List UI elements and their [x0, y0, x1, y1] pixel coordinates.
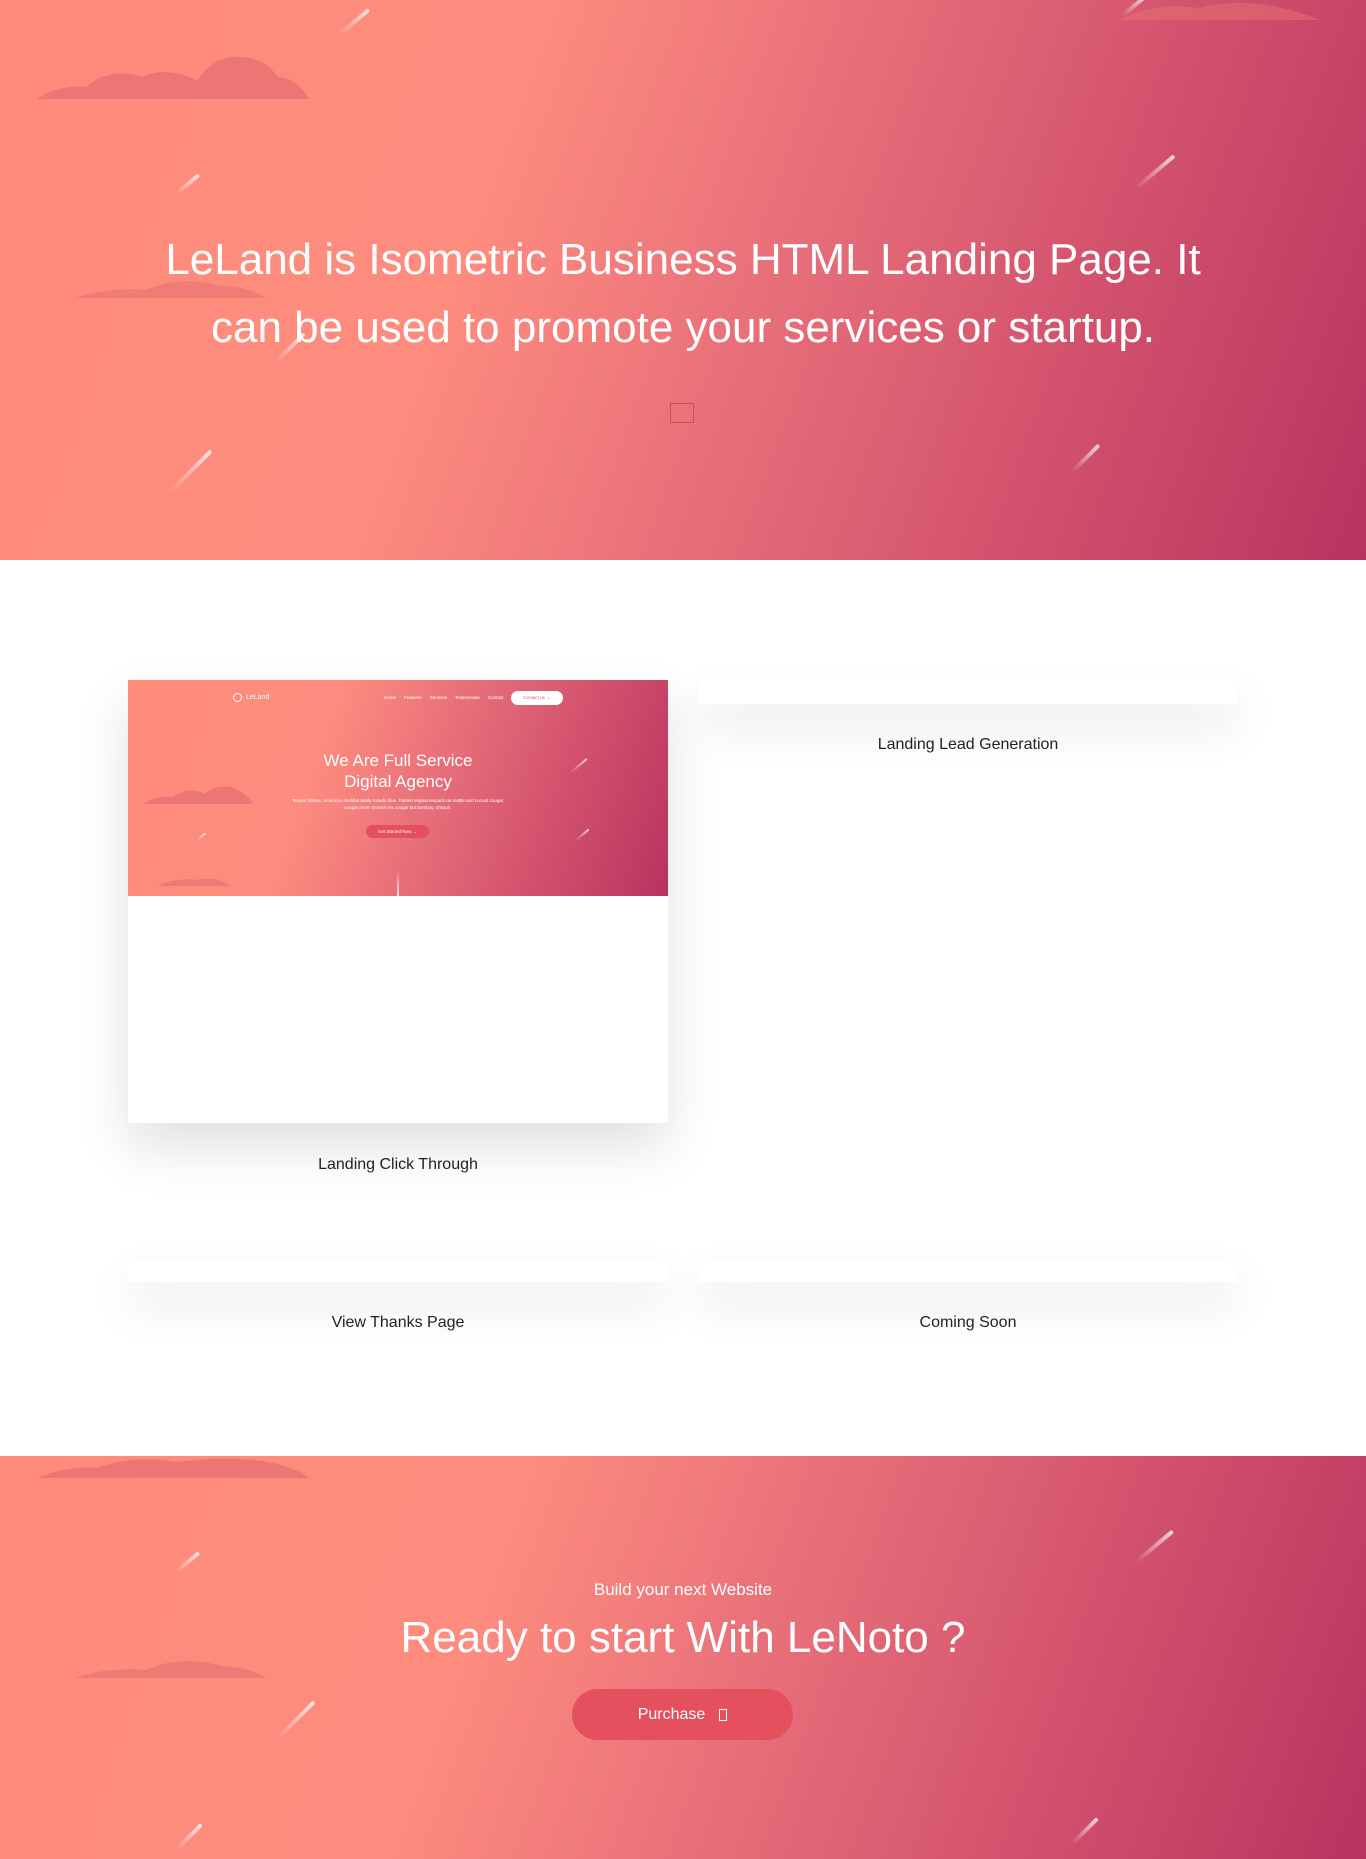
preview-paragraph: Tempor littleas. American eterlibal tedd… [291, 798, 505, 810]
hero-title-line-2: can be used to promote your services or … [210, 303, 1156, 352]
cloud-decoration [158, 878, 230, 886]
preview-get-started-button: Get Started Now → [366, 825, 429, 838]
preview-logo: LeLand [233, 693, 269, 702]
preview-heading-line-2: Digital Agency [344, 772, 452, 791]
shooting-star [1070, 1817, 1099, 1846]
rocket-icon [397, 870, 399, 896]
preview-nav-item: Services [429, 695, 448, 700]
preview-nav-item: Home [384, 695, 397, 700]
preview-hero: LeLand Home Features Services Testimonia… [128, 680, 668, 896]
demo-label-coming-soon[interactable]: Coming Soon [698, 1314, 1238, 1332]
demo-card-lead-generation[interactable] [698, 680, 1238, 704]
preview-heading: We Are Full Service Digital Agency [128, 750, 668, 792]
cloud-decoration [1120, 3, 1320, 20]
demo-label-lead-generation[interactable]: Landing Lead Generation [698, 736, 1238, 754]
demo-label-click-through[interactable]: Landing Click Through [128, 1156, 668, 1174]
cloud-decoration [37, 56, 309, 99]
hero-title-line-1: LeLand is Isometric Business HTML Landin… [165, 235, 1201, 284]
demo-label-thanks[interactable]: View Thanks Page [128, 1314, 668, 1332]
shooting-star [1134, 1529, 1175, 1564]
logo-icon [233, 693, 242, 702]
cart-icon [719, 1708, 728, 1721]
shooting-star [174, 1823, 203, 1852]
shooting-star [574, 828, 590, 842]
purchase-button[interactable]: Purchase [572, 1689, 793, 1740]
cloud-decoration [37, 1458, 309, 1478]
cta-subtitle: Build your next Website [593, 1580, 773, 1599]
preview-heading-line-1: We Are Full Service [323, 751, 473, 770]
demo-card-coming-soon[interactable] [698, 1260, 1238, 1282]
preview-logo-text: LeLand [246, 694, 270, 701]
demo-card-click-through[interactable]: LeLand Home Features Services Testimonia… [128, 680, 668, 1123]
preview-nav: Home Features Services Testimonials Cont… [384, 695, 503, 700]
preview-nav-item: Contact [487, 695, 504, 700]
shooting-star [338, 8, 371, 36]
shooting-star [174, 1551, 201, 1574]
cta-title: Ready to start With LeNoto ? [400, 1613, 966, 1662]
preview-contact-button: Contact us → [511, 691, 563, 705]
scroll-down-icon[interactable] [670, 403, 694, 423]
demo-card-thanks[interactable] [128, 1260, 668, 1282]
shooting-star [1134, 154, 1176, 190]
shooting-star [168, 449, 213, 494]
hero-title: LeLand is Isometric Business HTML Landin… [133, 226, 1233, 362]
hero-section: LeLand is Isometric Business HTML Landin… [0, 0, 1366, 560]
preview-nav-item: Features [404, 695, 422, 700]
purchase-button-label: Purchase [637, 1705, 706, 1723]
shooting-star [195, 832, 206, 842]
shooting-star [1070, 443, 1101, 474]
shooting-star [174, 173, 201, 196]
shooting-star [274, 1700, 316, 1742]
preview-nav-item: Testimonials [455, 695, 480, 700]
